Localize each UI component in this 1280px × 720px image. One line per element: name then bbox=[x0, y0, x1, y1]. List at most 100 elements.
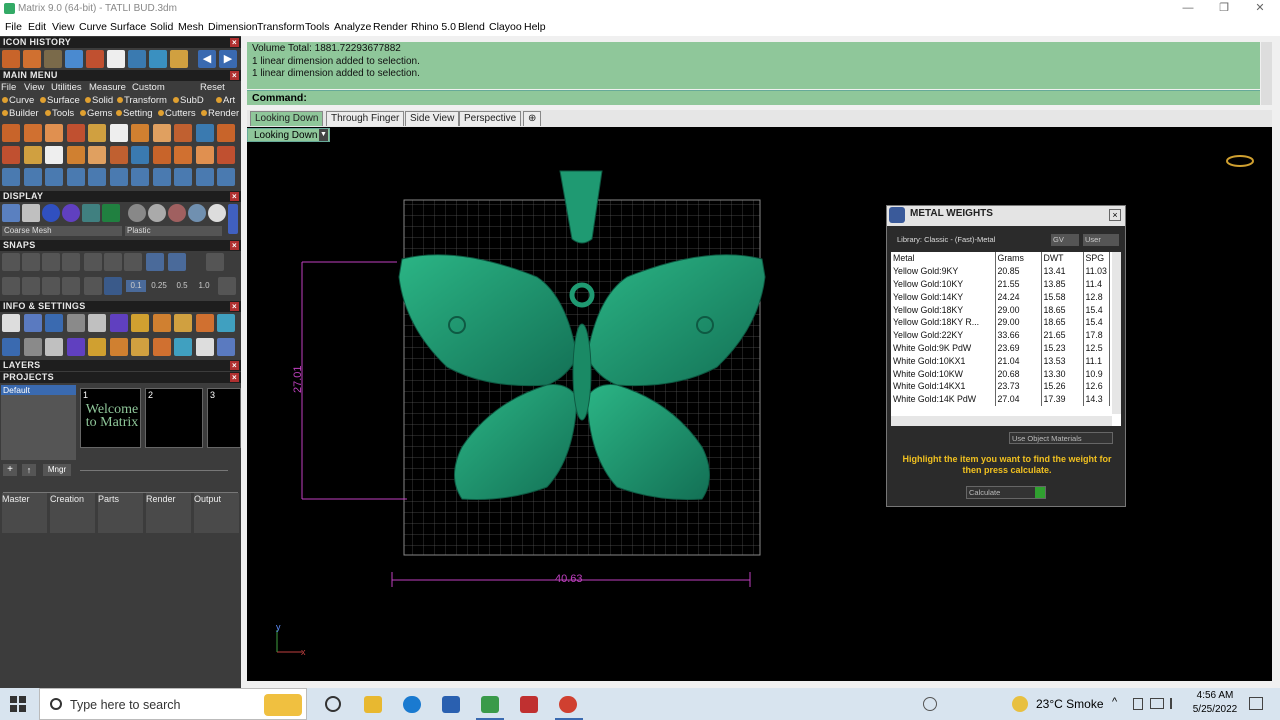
tool-icon[interactable] bbox=[109, 168, 128, 186]
snap-tool-icon[interactable] bbox=[84, 277, 102, 295]
snap-cen-icon[interactable] bbox=[84, 253, 102, 271]
add-icon[interactable]: + bbox=[3, 464, 17, 476]
weather-text[interactable]: 23°C Smoke bbox=[1036, 697, 1104, 711]
snap-settings-icon[interactable] bbox=[218, 277, 236, 295]
table-row[interactable]: Yellow Gold:22KY 33.66 21.65 17.8 bbox=[891, 328, 1110, 342]
table-row[interactable]: White Gold:14KX1 23.73 15.26 12.6 bbox=[891, 379, 1110, 393]
info-tool-icon[interactable] bbox=[217, 314, 235, 332]
volume-icon[interactable] bbox=[1170, 698, 1182, 709]
menu-clayoo[interactable]: Clayoo bbox=[489, 21, 522, 33]
snap-mid-icon[interactable] bbox=[62, 253, 80, 271]
table-row[interactable]: White Gold:9K PdW 23.69 15.23 12.5 bbox=[891, 341, 1110, 355]
info-tool-icon[interactable] bbox=[88, 314, 106, 332]
group-master[interactable]: Master bbox=[2, 493, 47, 533]
close-icon[interactable]: × bbox=[1109, 209, 1121, 221]
snap-value-3[interactable]: 0.5 bbox=[172, 280, 192, 292]
display-mode-icon[interactable] bbox=[102, 204, 120, 222]
thumb-slider[interactable] bbox=[80, 470, 228, 471]
table-row[interactable]: Yellow Gold:9KY 20.85 13.41 11.03 bbox=[891, 264, 1110, 278]
use-object-materials-toggle[interactable]: Use Object Materials bbox=[1009, 432, 1113, 444]
col-header-spg[interactable]: SPG bbox=[1083, 252, 1110, 265]
tab-looking-down[interactable]: Looking Down bbox=[250, 111, 324, 126]
material-sphere-icon[interactable] bbox=[208, 204, 226, 222]
display-mode-icon[interactable] bbox=[22, 204, 40, 222]
info-tool-icon[interactable] bbox=[174, 314, 192, 332]
windows-start-icon[interactable] bbox=[10, 696, 26, 712]
manager-button[interactable]: Mngr bbox=[43, 464, 71, 476]
menu-dimension[interactable]: Dimension bbox=[208, 21, 258, 33]
snap-near-icon[interactable] bbox=[22, 253, 40, 271]
user-button[interactable]: User bbox=[1083, 234, 1119, 246]
table-row[interactable]: White Gold:14K PdW 27.04 17.39 14.3 bbox=[891, 392, 1110, 406]
snap-value-4[interactable]: 1.0 bbox=[194, 280, 214, 292]
mm-utilities[interactable]: Utilities bbox=[51, 82, 82, 93]
info-tool-icon[interactable] bbox=[174, 338, 192, 356]
app-icon[interactable] bbox=[520, 696, 538, 713]
menu-help[interactable]: Help bbox=[524, 21, 546, 33]
material-sphere-icon[interactable] bbox=[168, 204, 186, 222]
mm-builder[interactable]: Builder bbox=[2, 108, 39, 119]
menu-render[interactable]: Render bbox=[373, 21, 407, 33]
project-thumb-2[interactable]: 2 bbox=[145, 388, 203, 448]
calculate-button[interactable]: Calculate bbox=[966, 486, 1046, 499]
info-tool-icon[interactable] bbox=[2, 314, 20, 332]
tool-icon[interactable] bbox=[2, 168, 20, 186]
table-row[interactable]: White Gold:10KX1 21.04 13.53 11.1 bbox=[891, 354, 1110, 368]
history-tool-icon[interactable] bbox=[23, 50, 41, 68]
tool-icon[interactable] bbox=[45, 146, 63, 164]
tool-icon[interactable] bbox=[131, 168, 149, 186]
close-icon[interactable]: × bbox=[230, 361, 239, 370]
table-vscroll[interactable] bbox=[1112, 252, 1121, 414]
tool-icon[interactable] bbox=[152, 124, 171, 142]
close-icon[interactable]: × bbox=[230, 38, 239, 47]
rendered-sphere-icon[interactable] bbox=[62, 204, 80, 222]
info-tool-icon[interactable] bbox=[66, 338, 85, 356]
menu-blend[interactable]: Blend bbox=[458, 21, 485, 33]
history-tool-icon[interactable] bbox=[86, 50, 104, 68]
info-tool-icon[interactable] bbox=[131, 338, 149, 356]
info-tool-icon[interactable] bbox=[195, 338, 214, 356]
menu-edit[interactable]: Edit bbox=[28, 21, 46, 33]
info-tool-icon[interactable] bbox=[195, 314, 214, 332]
add-viewport-icon[interactable]: ⊕ bbox=[523, 111, 541, 126]
snap-value-2[interactable]: 0.25 bbox=[148, 280, 170, 292]
tool-icon[interactable] bbox=[195, 168, 214, 186]
tool-icon[interactable] bbox=[23, 146, 42, 164]
tool-icon[interactable] bbox=[109, 124, 128, 142]
new-file-icon[interactable] bbox=[107, 50, 125, 68]
info-tool-icon[interactable] bbox=[66, 314, 85, 332]
tool-icon[interactable] bbox=[174, 146, 192, 164]
table-row[interactable]: Yellow Gold:14KY 24.24 15.58 12.8 bbox=[891, 290, 1110, 304]
info-tool-icon[interactable] bbox=[217, 338, 235, 356]
info-tool-icon[interactable] bbox=[23, 338, 42, 356]
menu-analyze[interactable]: Analyze bbox=[334, 21, 371, 33]
info-tool-icon[interactable] bbox=[23, 314, 42, 332]
material-select[interactable]: Plastic bbox=[125, 226, 222, 236]
tool-icon[interactable] bbox=[2, 146, 20, 164]
mm-view[interactable]: View bbox=[24, 82, 44, 93]
mm-subd[interactable]: SubD bbox=[173, 95, 204, 106]
mm-measure[interactable]: Measure bbox=[89, 82, 126, 93]
tool-icon[interactable] bbox=[2, 124, 20, 142]
store-icon[interactable] bbox=[442, 696, 460, 713]
clock-time[interactable]: 4:56 AM bbox=[1194, 690, 1236, 701]
info-tool-icon[interactable] bbox=[152, 314, 171, 332]
mm-setting[interactable]: Setting bbox=[116, 108, 153, 119]
taskbar-search[interactable]: Type here to search bbox=[39, 688, 307, 720]
table-row[interactable]: Yellow Gold:18KY 29.00 18.65 15.4 bbox=[891, 303, 1110, 316]
tool-icon[interactable] bbox=[88, 146, 106, 164]
table-hscroll[interactable] bbox=[891, 416, 1112, 426]
menu-solid[interactable]: Solid bbox=[150, 21, 173, 33]
info-tool-icon[interactable] bbox=[109, 314, 128, 332]
snap-tool-icon[interactable] bbox=[104, 277, 122, 295]
close-icon[interactable]: × bbox=[230, 373, 239, 382]
snap-tool-icon[interactable] bbox=[22, 277, 40, 295]
tool-icon[interactable] bbox=[195, 146, 214, 164]
snap-tool-icon[interactable] bbox=[42, 277, 60, 295]
menu-mesh[interactable]: Mesh bbox=[178, 21, 204, 33]
chevron-up-icon[interactable]: ^ bbox=[1112, 696, 1117, 708]
history-tool-icon[interactable] bbox=[2, 50, 20, 68]
navigation-ring-icon[interactable] bbox=[1226, 155, 1254, 167]
col-header-grams[interactable]: Grams bbox=[995, 252, 1042, 265]
tab-side-view[interactable]: Side View bbox=[405, 111, 460, 126]
